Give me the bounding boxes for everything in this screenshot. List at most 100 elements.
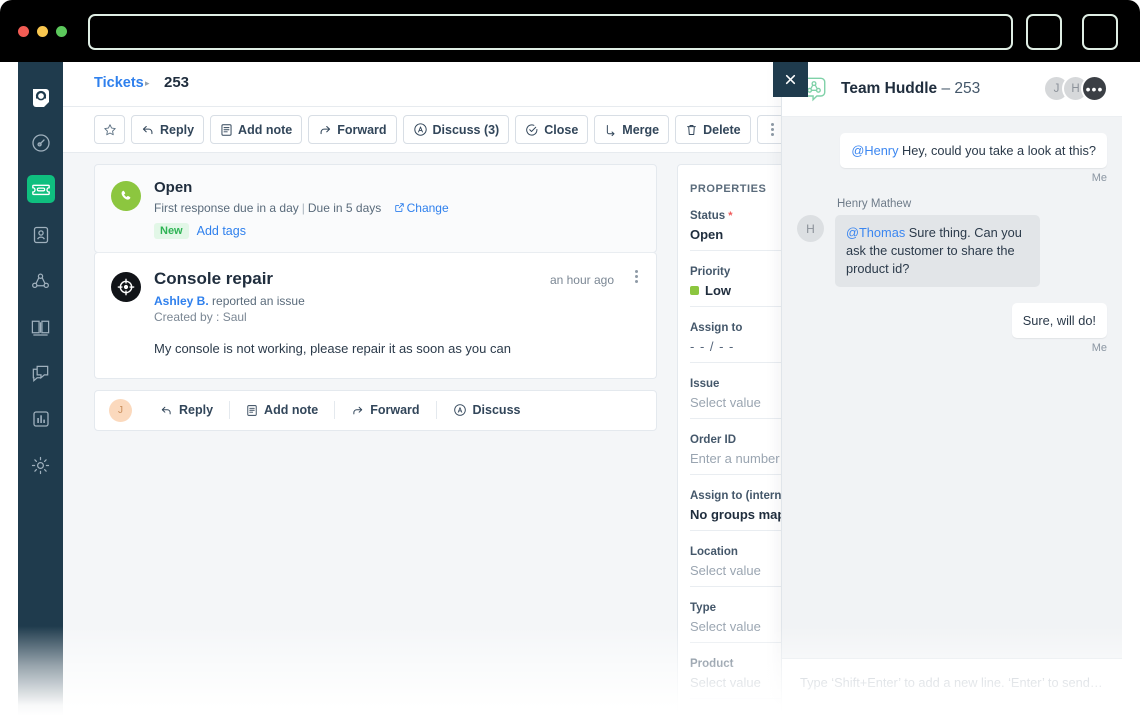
- change-status-link[interactable]: Change: [394, 201, 449, 215]
- app-window: Tickets ▸ 253 Reply Add note Forward Dis…: [18, 62, 1122, 716]
- ticket-status-card: Open First response due in a day | Due in …: [94, 164, 657, 253]
- add-note-button[interactable]: Add note: [210, 115, 303, 144]
- huddle-composer[interactable]: Type ‘Shift+Enter’ to add a new line. ‘E…: [782, 658, 1122, 716]
- created-by-text: Created by : Saul: [154, 309, 247, 324]
- first-response-text: First response due in a day: [154, 200, 299, 215]
- merge-icon: [607, 124, 615, 136]
- dashboard-gauge-icon: [27, 129, 55, 157]
- avatar: H: [797, 215, 824, 243]
- close-ticket-button[interactable]: Close: [515, 115, 589, 144]
- message-author: Me: [1091, 172, 1107, 185]
- left-sidebar: [18, 62, 63, 716]
- external-link-icon: [394, 203, 404, 212]
- huddle-messages: @Henry Hey, could you take a look at thi…: [782, 117, 1122, 658]
- reply-action-reply[interactable]: Reply: [144, 401, 231, 420]
- contacts-icon: [27, 221, 55, 249]
- maximize-window-dot[interactable]: [56, 26, 67, 37]
- ticket-timestamp: an hour ago: [549, 272, 614, 287]
- avatar: J: [109, 398, 132, 422]
- ticket-sla-line: First response due in a day | Due in 5 day…: [154, 201, 449, 215]
- sidebar-item-chat[interactable]: [18, 350, 63, 396]
- close-ticket-button-label: Close: [544, 122, 579, 137]
- team-huddle-panel: Team Huddle – 253 J H ••• @Henry Hey, co…: [781, 62, 1122, 716]
- sidebar-item-dashboard[interactable]: [18, 120, 63, 166]
- ticket-description-text: My console is not working, please repair…: [154, 340, 511, 356]
- reply-action-forward-label: Forward: [370, 403, 420, 418]
- required-asterisk: *: [725, 210, 733, 222]
- page-title: 253: [164, 74, 190, 91]
- huddle-ticket-ref: – 253: [941, 80, 981, 97]
- screenshot-root: Tickets ▸ 253 Reply Add note Forward Dis…: [0, 0, 1140, 716]
- window-traffic-lights: [18, 26, 67, 37]
- favorite-star-button[interactable]: [94, 115, 125, 144]
- message-bubble: Sure, will do!: [1011, 302, 1107, 339]
- minimize-window-dot[interactable]: [37, 26, 48, 37]
- ticket-tags-row: New Add tags: [154, 222, 449, 239]
- headset-logo-icon: [27, 83, 55, 111]
- sidebar-item-reports[interactable]: [18, 396, 63, 442]
- close-x-icon: [785, 74, 796, 85]
- close-check-icon: [526, 123, 538, 136]
- sidebar-item-tickets[interactable]: [18, 166, 63, 212]
- discuss-icon: [453, 404, 466, 417]
- add-tags-link[interactable]: Add tags: [197, 224, 246, 238]
- reply-action-add-note-label: Add note: [264, 403, 319, 418]
- due-text: Due in 5 days: [307, 200, 382, 215]
- address-bar[interactable]: [88, 14, 1013, 50]
- reply-action-forward[interactable]: Forward: [335, 401, 437, 420]
- sidebar-item-team-huddle[interactable]: [18, 258, 63, 304]
- target-crosshair-icon: [111, 271, 141, 302]
- chat-message-incoming: Henry Mathew H @Thomas Sure thing. Can y…: [797, 198, 1107, 287]
- sla-separator: |: [301, 200, 305, 215]
- message-sender-name: Henry Mathew: [837, 198, 912, 211]
- browser-toolbar-box-2[interactable]: [1082, 14, 1118, 50]
- reply-action-bar: J Reply Add note Forward Discuss: [94, 389, 657, 431]
- ticket-more-button[interactable]: [635, 269, 638, 283]
- ticket-column: Open First response due in a day | Due in …: [94, 164, 657, 431]
- huddle-participants: J H •••: [1043, 75, 1108, 102]
- reply-button[interactable]: Reply: [131, 115, 205, 144]
- star-icon: [103, 123, 116, 135]
- mention-token[interactable]: @Henry: [851, 143, 898, 158]
- knowledge-base-icon: [27, 313, 55, 341]
- huddle-input-placeholder: Type ‘Shift+Enter’ to add a new line. ‘E…: [800, 675, 1103, 690]
- add-note-button-label: Add note: [238, 122, 293, 137]
- discuss-button-label: Discuss (3): [432, 122, 500, 137]
- message-text: Sure, will do!: [1022, 312, 1096, 328]
- reply-icon: [142, 125, 153, 134]
- discuss-icon: [413, 123, 427, 136]
- chat-icon: [27, 359, 55, 387]
- forward-icon: [320, 125, 331, 134]
- forward-button[interactable]: Forward: [308, 115, 397, 144]
- message-bubble: @Henry Hey, could you take a look at thi…: [840, 133, 1107, 169]
- reply-action-discuss[interactable]: Discuss: [437, 401, 537, 419]
- delete-button-label: Delete: [703, 122, 741, 137]
- trash-icon: [687, 124, 696, 135]
- kebab-icon: [770, 123, 774, 136]
- discuss-button[interactable]: Discuss (3): [402, 115, 510, 144]
- sidebar-item-admin[interactable]: [18, 442, 63, 488]
- note-icon: [221, 123, 232, 136]
- chat-message-outgoing: @Henry Hey, could you take a look at thi…: [797, 133, 1107, 184]
- reply-action-add-note[interactable]: Add note: [230, 401, 336, 420]
- merge-button[interactable]: Merge: [594, 115, 670, 144]
- reported-text: reported an issue: [212, 293, 305, 308]
- phone-icon: [111, 181, 141, 211]
- reply-action-reply-label: Reply: [179, 403, 214, 418]
- browser-toolbar-box-1[interactable]: [1026, 14, 1062, 50]
- close-huddle-button[interactable]: [773, 62, 808, 97]
- mention-token[interactable]: @Thomas: [846, 225, 905, 240]
- reporter-link[interactable]: Ashley B.: [154, 294, 209, 308]
- breadcrumb-tickets-link[interactable]: Tickets: [94, 75, 144, 91]
- reply-button-label: Reply: [160, 122, 195, 137]
- priority-value-text: Low: [705, 283, 731, 298]
- ticket-icon: [26, 175, 55, 203]
- close-window-dot[interactable]: [18, 26, 29, 37]
- browser-chrome: [0, 0, 1140, 62]
- delete-button[interactable]: Delete: [675, 115, 751, 144]
- sidebar-item-contacts[interactable]: [18, 212, 63, 258]
- sidebar-item-knowledge-base[interactable]: [18, 304, 63, 350]
- merge-button-label: Merge: [622, 122, 660, 137]
- sidebar-item-logo[interactable]: [18, 74, 63, 120]
- more-participants-button[interactable]: •••: [1081, 75, 1108, 102]
